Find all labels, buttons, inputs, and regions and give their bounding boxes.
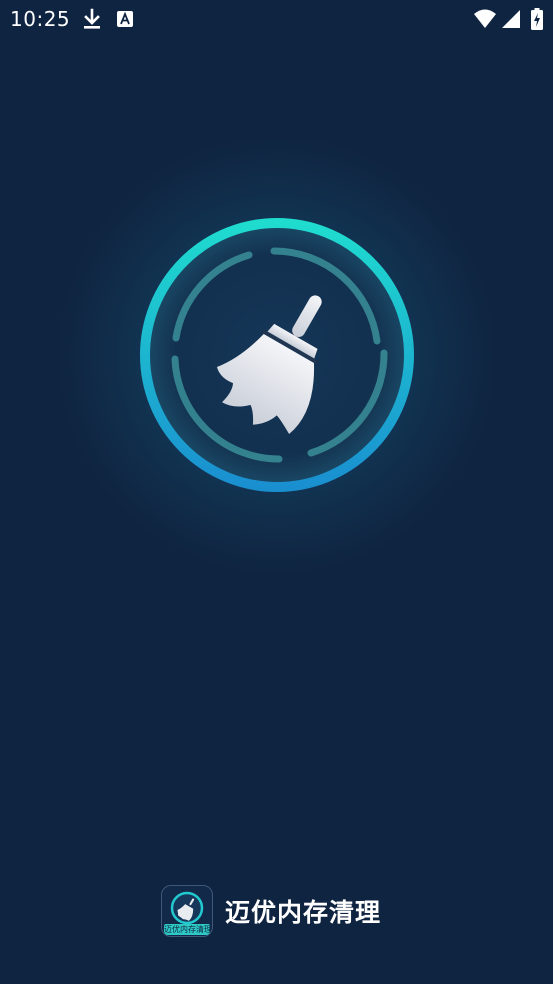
app-icon-logo [170,891,204,925]
app-branding: 迈优内存清理 迈优内存清理 [161,884,381,938]
status-bar: 10:25 [0,0,553,38]
splash-screen: 10:25 迈优内存清理 迈优内存清理 [0,0,553,984]
status-time: 10:25 [10,7,71,31]
signal-icon [502,10,520,28]
wifi-icon [474,9,496,28]
download-icon [84,8,100,29]
a-notification-icon [117,11,133,27]
app-name: 迈优内存清理 [225,898,382,927]
app-icon-caption: 迈优内存清理 [164,924,210,935]
app-icon: 迈优内存清理 [161,885,213,937]
battery-charging-icon [531,8,543,30]
cleaner-logo [140,218,414,492]
